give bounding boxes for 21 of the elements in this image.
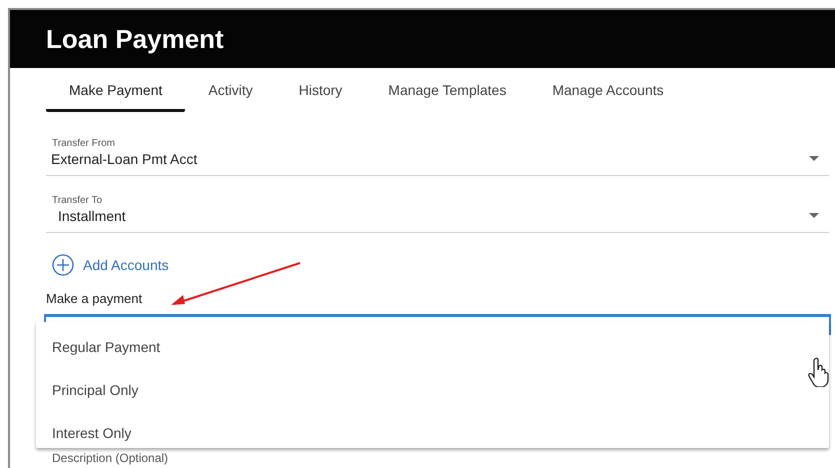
tab[interactable]: Manage Accounts [529,68,687,112]
field-label: Transfer From [51,137,116,149]
plus-circle-icon [52,254,74,276]
dropdown-option[interactable]: Regular Payment [36,326,829,369]
add-accounts-link[interactable]: Add Accounts [46,250,829,280]
caret-icon [809,156,819,162]
description-label: Description (Optional) [51,451,170,465]
dropdown-option[interactable]: Principal Only [36,369,829,412]
select-field[interactable]: Transfer To Installment [46,193,829,233]
field-value: Installment [57,207,127,224]
tab[interactable]: History [276,68,366,112]
add-accounts-label: Add Accounts [83,257,169,273]
tab[interactable]: Make Payment [46,68,186,112]
page-title: Loan Payment [46,24,224,54]
tab[interactable]: Manage Templates [365,68,530,112]
select-field[interactable]: Transfer From External-Loan Pmt Acct [46,136,829,176]
caret-icon [809,213,819,219]
tab[interactable]: Activity [185,68,276,112]
section-label: Make a payment [46,291,144,306]
field-value: External-Loan Pmt Acct [50,150,198,167]
field-label: Transfer To [51,194,104,206]
